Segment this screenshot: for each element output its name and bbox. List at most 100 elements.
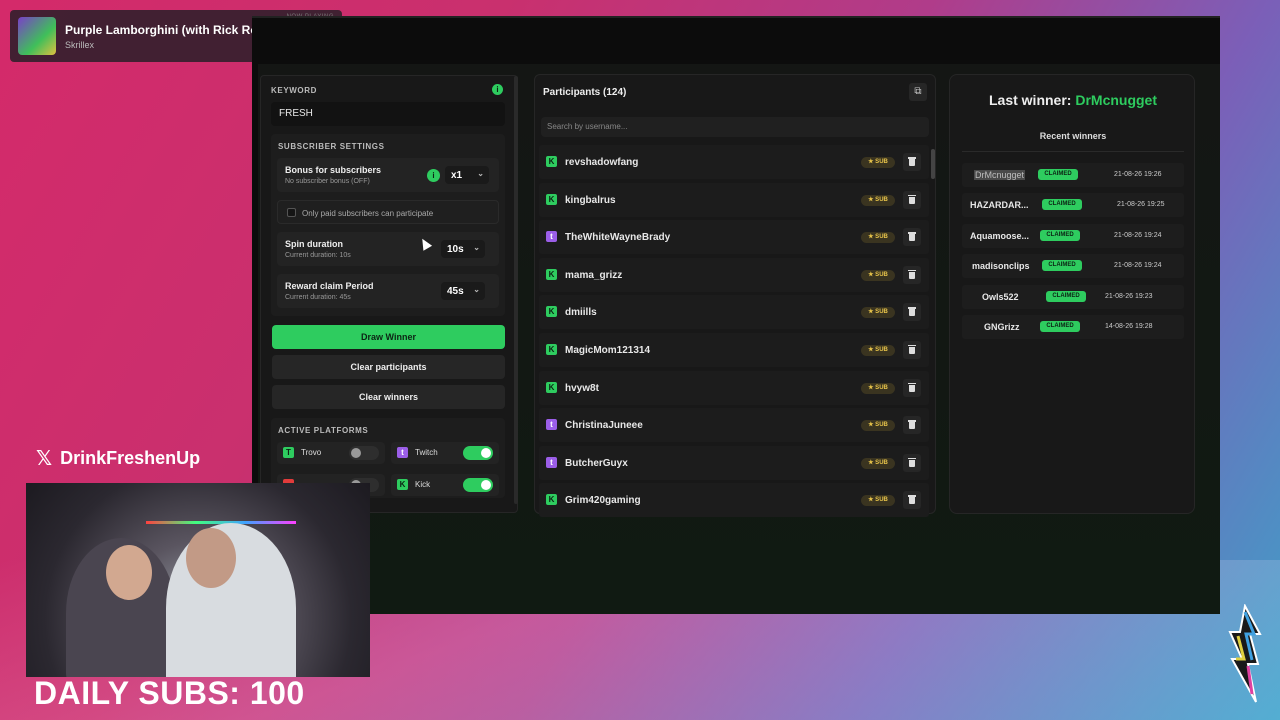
- kick-icon: K: [546, 494, 557, 506]
- winner-date: 14-08-26 19:28: [1105, 322, 1153, 330]
- winner-name: HAZARDAR...: [970, 200, 1029, 211]
- trash-icon[interactable]: [903, 153, 921, 171]
- album-art: [18, 17, 56, 55]
- trash-icon[interactable]: [903, 340, 921, 359]
- last-winner-heading: Last winner: DrMcnugget: [950, 92, 1196, 108]
- twitch-toggle[interactable]: [463, 446, 493, 460]
- winner-row[interactable]: Owls522 CLAIMED 21-08-26 19:23: [962, 284, 1184, 309]
- sub-badge: ★ SUB: [861, 269, 895, 281]
- participants-title: Participants (124): [543, 87, 627, 98]
- participants-panel: Participants (124) ⧉ Search by username.…: [534, 74, 936, 518]
- reward-period-select[interactable]: 45s ⌄: [441, 282, 485, 300]
- participant-row[interactable]: K Grim420gaming ★ SUB: [539, 483, 929, 518]
- trash-icon[interactable]: [903, 190, 921, 209]
- winner-name: Aquamoose...: [970, 230, 1030, 241]
- streamer-1-head: [106, 545, 152, 600]
- spin-duration-subtitle: Current duration: 10s: [285, 252, 351, 259]
- reward-period-title: Reward claim Period: [285, 281, 374, 291]
- active-platforms-label: ACTIVE PLATFORMS: [278, 426, 369, 435]
- participants-scrollbar[interactable]: [931, 149, 935, 179]
- kick-icon: K: [546, 343, 557, 355]
- sub-badge: ★ SUB: [861, 194, 895, 206]
- participant-row[interactable]: Khvyw8t ★ SUB: [539, 370, 929, 405]
- participant-row[interactable]: Kkingbalrus ★ SUB: [539, 182, 929, 217]
- participant-name: hvyw8t: [565, 382, 599, 394]
- winner-row[interactable]: Aquamoose... CLAIMED 21-08-26 19:24: [962, 223, 1184, 248]
- platform-kick: K Kick: [391, 474, 499, 496]
- kick-icon: K: [546, 381, 557, 393]
- kick-toggle[interactable]: [463, 478, 493, 492]
- trash-icon[interactable]: [903, 453, 921, 472]
- track-artist: Skrillex: [65, 39, 95, 50]
- spin-duration-select[interactable]: 10s ⌄: [441, 240, 485, 258]
- winner-row[interactable]: HAZARDAR... CLAIMED 21-08-26 19:25: [962, 193, 1184, 218]
- reward-period-value: 45s: [447, 286, 464, 297]
- winner-date: 21-08-26 19:23: [1105, 292, 1153, 300]
- settings-scrollbar[interactable]: [514, 76, 518, 504]
- keyword-input[interactable]: FRESH: [271, 102, 505, 126]
- platform-name: Kick: [415, 480, 431, 489]
- bonus-multiplier-select[interactable]: x1 ⌄: [445, 166, 489, 184]
- winner-name: GNGrizz: [984, 321, 1020, 332]
- sub-badge: ★ SUB: [861, 344, 895, 356]
- participant-name: ChristinaJuneee: [565, 420, 643, 432]
- draw-winner-button[interactable]: Draw Winner: [272, 325, 505, 349]
- platform-name: Trovo: [301, 448, 322, 457]
- participant-name: mama_grizz: [565, 269, 623, 281]
- keyword-info-icon[interactable]: i: [492, 84, 503, 95]
- copy-icon[interactable]: ⧉: [909, 83, 927, 101]
- winner-row[interactable]: GNGrizz CLAIMED 14-08-26 19:28: [962, 314, 1184, 339]
- participant-name: revshadowfang: [565, 157, 639, 168]
- reward-period-subtitle: Current duration: 45s: [285, 294, 351, 301]
- sub-badge: ★ SUB: [861, 457, 895, 469]
- participant-row[interactable]: K MagicMom121314 ★ SUB: [539, 332, 929, 367]
- winner-date: 21-08-26 19:25: [1117, 201, 1165, 209]
- participant-row[interactable]: t ButcherGuyx ★ SUB: [539, 445, 929, 480]
- twitch-icon: t: [397, 447, 408, 458]
- recent-winners-title: Recent winners: [962, 131, 1184, 152]
- winner-name: madisonclips: [972, 261, 1030, 272]
- trash-icon[interactable]: [903, 378, 921, 397]
- track-title: Purple Lamborghini (with Rick Ross): [65, 22, 276, 37]
- spin-duration-row: Spin duration Current duration: 10s 10s …: [277, 232, 499, 266]
- paid-only-checkbox[interactable]: [287, 208, 296, 217]
- chevron-down-icon: ⌄: [477, 169, 484, 178]
- participant-row[interactable]: t ChristinaJuneee ★ SUB: [539, 408, 929, 443]
- twitch-icon: t: [546, 456, 557, 468]
- participant-row[interactable]: Krevshadowfang ★ SUB: [539, 145, 929, 179]
- sub-badge: ★ SUB: [861, 420, 895, 432]
- last-winner-label: Last winner:: [988, 92, 1072, 108]
- clear-winners-button[interactable]: Clear winners: [272, 385, 505, 409]
- bonus-info-icon[interactable]: i: [427, 169, 440, 182]
- trovo-toggle[interactable]: [349, 446, 379, 460]
- sub-badge: ★ SUB: [861, 307, 895, 319]
- trash-icon[interactable]: [903, 303, 921, 322]
- trash-icon[interactable]: [903, 265, 921, 284]
- winner-row[interactable]: DrMcnugget CLAIMED 21-08-26 19:26: [962, 163, 1184, 187]
- sub-badge: ★ SUB: [861, 382, 895, 394]
- participant-row[interactable]: Kdmiills ★ SUB: [539, 295, 929, 330]
- clear-participants-button[interactable]: Clear participants: [272, 355, 505, 379]
- sub-badge: ★ SUB: [861, 157, 895, 168]
- trash-icon[interactable]: [903, 228, 921, 247]
- paid-only-label: Only paid subscribers can participate: [302, 209, 434, 218]
- trash-icon[interactable]: [903, 416, 921, 435]
- claimed-badge: CLAIMED: [1046, 290, 1086, 302]
- keyword-label: KEYWORD: [271, 86, 317, 95]
- winners-panel: Last winner: DrMcnugget Recent winners D…: [949, 74, 1195, 514]
- winner-date: 21-08-26 19:26: [1114, 171, 1162, 178]
- platform-twitch: t Twitch: [391, 442, 499, 464]
- paid-only-row[interactable]: Only paid subscribers can participate: [277, 200, 499, 224]
- participants-list: Krevshadowfang ★ SUB Kkingbalrus ★ SUB t TheW…: [539, 145, 929, 521]
- claimed-badge: CLAIMED: [1038, 169, 1078, 180]
- participant-row[interactable]: t TheWhiteWayneBrady ★ SUB: [539, 220, 929, 255]
- settings-panel: KEYWORD i FRESH SUBSCRIBER SETTINGS Bonu…: [260, 75, 518, 513]
- trash-icon[interactable]: [903, 491, 921, 510]
- winner-row[interactable]: madisonclips CLAIMED 21-08-26 19:24: [962, 254, 1184, 279]
- participant-name: TheWhiteWayneBrady: [565, 232, 671, 244]
- x-logo-icon: 𝕏: [36, 446, 53, 470]
- participant-name: MagicMom121314: [565, 344, 651, 356]
- participant-row[interactable]: Kmama_grizz ★ SUB: [539, 257, 929, 292]
- participant-search-input[interactable]: Search by username...: [541, 117, 929, 137]
- chevron-down-icon: ⌄: [473, 285, 480, 294]
